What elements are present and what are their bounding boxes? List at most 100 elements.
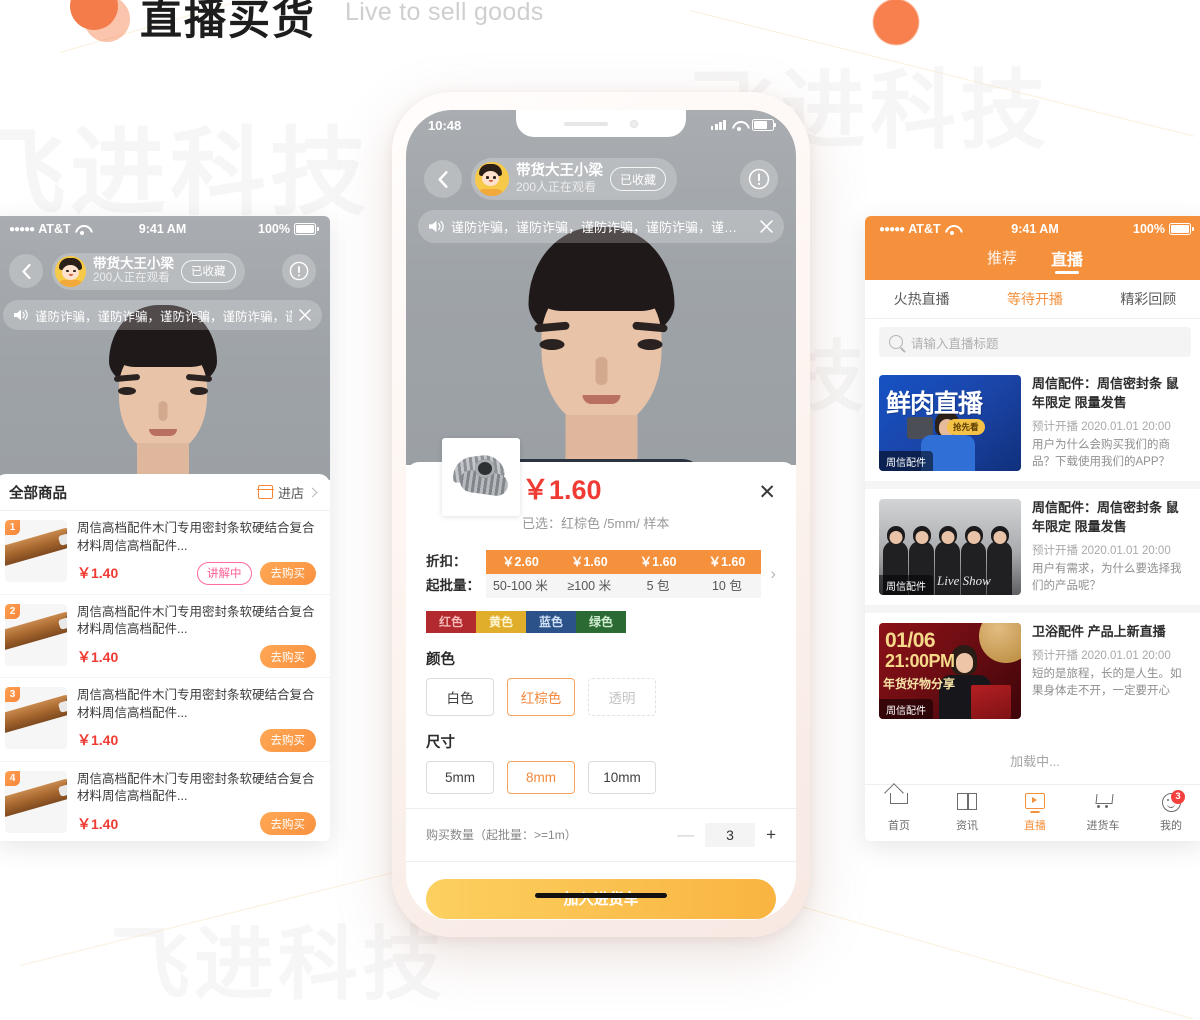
buy-button[interactable]: 去购买 <box>259 812 316 835</box>
signal-dots: ●●●●● <box>9 223 35 235</box>
list-item[interactable]: 鲜肉直播 抢先看 周信配件 周信配件：周信密封条 鼠年限定 限量发售 预计开播 … <box>865 365 1200 490</box>
list-item[interactable]: Live Show 周信配件 周信配件：周信密封条 鼠年限定 限量发售 预计开播… <box>865 489 1200 614</box>
subtab-火热直播[interactable]: 火热直播 <box>894 289 950 309</box>
left-live-video[interactable]: ●●●●● AT&T 9:41 AM 100% 带货大王小梁 200人正在观看 <box>0 216 330 527</box>
tier-moq[interactable]: ≥100 米 <box>555 574 624 598</box>
color-chip[interactable]: 绿色 <box>576 610 626 633</box>
tier-price[interactable]: ￥1.60 <box>555 550 624 574</box>
color-section: 颜色 白色 红棕色 透明 <box>406 648 796 716</box>
tab-推荐[interactable]: 推荐 <box>987 247 1017 271</box>
host-info-pill[interactable]: 带货大王小梁 200人正在观看 已收藏 <box>471 158 678 200</box>
status-time: 9:41 AM <box>138 222 187 236</box>
enter-shop-label: 进店 <box>277 485 304 501</box>
chevron-right-icon[interactable]: › <box>770 564 776 584</box>
report-button[interactable] <box>740 160 778 198</box>
tier-moq[interactable]: 10 包 <box>692 574 761 598</box>
subtab-等待开播[interactable]: 等待开播 <box>1007 289 1063 309</box>
tab-直播[interactable]: 直播 <box>1051 246 1083 273</box>
bottom-tab-bar: 首页 资讯 直播 进货车 我的 3 <box>865 784 1200 841</box>
list-item[interactable]: 01/06 21:00PM 年货好物分享 周信配件 卫浴配件 产品上新直播 预计… <box>865 613 1200 729</box>
product-image: 4 <box>5 770 67 833</box>
buy-button[interactable]: 去购买 <box>259 645 316 668</box>
option-8mm[interactable]: 8mm <box>507 760 575 794</box>
tier-price[interactable]: ￥1.60 <box>692 550 761 574</box>
live-title: 周信配件：周信密封条 鼠年限定 限量发售 <box>1032 500 1179 535</box>
buy-button[interactable]: 去购买 <box>259 728 316 752</box>
news-icon <box>957 793 978 813</box>
quantity-row: 购买数量（起批量：>=1m） — 3 + <box>406 807 796 862</box>
phone-notch <box>516 110 686 137</box>
size-options: 5mm 8mm 10mm <box>426 760 776 794</box>
tier-moq-row: 50-100 米 ≥100 米5 包 10 包 <box>486 573 762 598</box>
product-name: 周信高档配件木门专用密封条软硬结合复合材料周信高档配件... <box>77 521 315 553</box>
right-phone-screen: ●●●●● AT&T 9:41 AM 100% 推荐 直播 火热直播 等待开播 精彩回… <box>865 216 1200 841</box>
status-badge: 讲解中 <box>197 561 252 585</box>
add-to-cart-button[interactable]: 加入进货车 <box>426 878 776 919</box>
quantity-increase-button[interactable]: + <box>766 825 776 845</box>
live-title: 周信配件：周信密封条 鼠年限定 限量发售 <box>1032 376 1179 410</box>
product-rank-badge: 4 <box>5 770 20 786</box>
center-host-bar: 带货大王小梁 200人正在观看 已收藏 <box>406 156 796 202</box>
signal-bars-icon <box>710 120 726 130</box>
live-cover-image: 鲜肉直播 抢先看 周信配件 <box>879 375 1021 471</box>
wifi-icon <box>75 224 89 235</box>
table-row[interactable]: 1 周信高档配件木门专用密封条软硬结合复合材料周信高档配件... ￥1.40 讲解中去… <box>0 511 330 595</box>
color-chip[interactable]: 蓝色 <box>526 610 576 633</box>
cover-title: 鲜肉直播 <box>886 390 983 418</box>
color-chip[interactable]: 红色 <box>426 610 476 633</box>
detail-selected-spec: 已选：红棕色 /5mm/ 样本 <box>522 515 670 531</box>
product-name: 周信高档配件木门专用密封条软硬结合复合材料周信高档配件... <box>77 771 315 804</box>
host-name: 带货大王小梁 <box>93 256 174 272</box>
close-icon[interactable] <box>299 309 311 321</box>
table-row[interactable]: 2 周信高档配件木门专用密封条软硬结合复合材料周信高档配件... ￥1.40 去购买 <box>0 595 330 678</box>
status-badge: 3 <box>1171 790 1185 804</box>
quantity-decrease-button[interactable]: — <box>677 825 694 845</box>
tier-moq[interactable]: 5 包 <box>624 574 693 598</box>
back-button[interactable] <box>9 254 43 288</box>
product-thumbnail[interactable] <box>442 438 520 516</box>
option-5mm[interactable]: 5mm <box>426 760 494 794</box>
search-input[interactable]: 请输入直播标题 <box>879 327 1191 357</box>
option-白色[interactable]: 白色 <box>426 677 494 716</box>
tabbar-label: 进货车 <box>1086 820 1120 832</box>
left-host-bar: 带货大王小梁 200人正在观看 已收藏 <box>0 248 330 294</box>
battery-percent: 100% <box>1133 222 1165 236</box>
live-cover-image: Live Show 周信配件 <box>879 499 1021 596</box>
battery-icon <box>1169 223 1194 235</box>
tabbar-item-我的[interactable]: 我的 3 <box>1137 785 1200 841</box>
subtab-精彩回顾[interactable]: 精彩回顾 <box>1120 289 1176 309</box>
table-row[interactable]: 4 周信高档配件木门专用密封条软硬结合复合材料周信高档配件... ￥1.40 去购买 <box>0 762 330 842</box>
close-icon[interactable]: ✕ <box>758 482 776 503</box>
quantity-stepper[interactable]: — 3 + <box>677 822 776 847</box>
tier-moq-label: 起批量： <box>426 577 480 593</box>
close-icon[interactable] <box>760 220 773 233</box>
report-button[interactable] <box>282 254 316 288</box>
option-红棕色[interactable]: 红棕色 <box>507 677 575 716</box>
tabbar-item-直播[interactable]: 直播 <box>1001 785 1069 841</box>
tabbar-item-首页[interactable]: 首页 <box>865 785 933 841</box>
favorite-button[interactable]: 已收藏 <box>610 167 667 191</box>
tier-moq[interactable]: 50-100 米 <box>486 574 555 598</box>
tier-discount-label: 折扣： <box>426 553 467 569</box>
tier-price[interactable]: ￥2.60 <box>486 550 555 574</box>
product-image: 3 <box>5 687 67 749</box>
table-row[interactable]: 3 周信高档配件木门专用密封条软硬结合复合材料周信高档配件... ￥1.40 去购买 <box>0 678 330 762</box>
quantity-value[interactable]: 3 <box>705 822 756 847</box>
enter-shop-link[interactable]: 进店 <box>257 483 318 502</box>
center-notice-bar: 谨防诈骗，谨防诈骗，谨防诈骗，谨防诈骗，谨… <box>418 210 784 243</box>
right-status-bar: ●●●●● AT&T 9:41 AM 100% <box>865 216 1200 242</box>
option-10mm[interactable]: 10mm <box>588 760 656 794</box>
tabbar-item-资讯[interactable]: 资讯 <box>933 785 1001 841</box>
host-info-pill[interactable]: 带货大王小梁 200人正在观看 已收藏 <box>52 252 245 290</box>
tier-price[interactable]: ￥1.60 <box>624 550 693 574</box>
favorite-button[interactable]: 已收藏 <box>181 259 236 283</box>
center-live-video[interactable]: 10:48 带货大王小梁 200人正在观看 已收藏 谨防诈骗，谨防诈骗，谨防诈骗… <box>406 110 796 521</box>
back-button[interactable] <box>424 160 462 198</box>
buy-button[interactable]: 去购买 <box>259 561 316 585</box>
quantity-hint: （起批量：>=1m） <box>474 828 577 843</box>
tabbar-item-进货车[interactable]: 进货车 <box>1069 785 1137 841</box>
left-sheet-header: 全部商品 进店 <box>0 474 330 511</box>
product-rank-badge: 3 <box>5 687 20 702</box>
left-notice-bar: 谨防诈骗，谨防诈骗，谨防诈骗，谨防诈骗，谨… <box>3 300 322 330</box>
color-chip[interactable]: 黄色 <box>476 610 526 633</box>
